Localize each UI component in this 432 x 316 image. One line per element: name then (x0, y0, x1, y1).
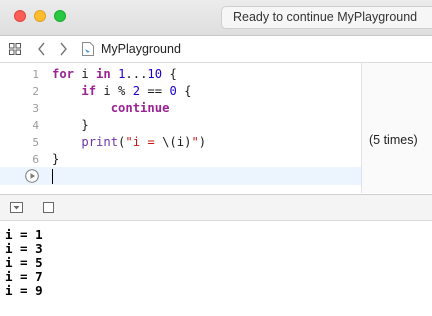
code-token: } (52, 118, 89, 132)
code-line[interactable]: 1 for i in 1...10 { (0, 66, 361, 83)
swift-file-icon (82, 42, 94, 56)
code-token: for (52, 67, 75, 81)
console-line: i = 5 (5, 255, 43, 270)
line-number: 4 (32, 119, 39, 132)
code-line[interactable]: 4 } (0, 117, 361, 134)
code-line[interactable]: 6} (0, 151, 361, 168)
source-editor[interactable]: 1 for i in 1...10 {2 if i % 2 == 0 {3 con… (0, 63, 432, 193)
current-line-highlight (0, 167, 361, 185)
code-token: { (176, 84, 192, 98)
hide-debug-area-icon[interactable] (10, 202, 23, 213)
code-text: if i % 2 == 0 { (52, 83, 191, 100)
code-token: in (96, 67, 111, 81)
jumpbar-file-name[interactable]: MyPlayground (101, 36, 181, 62)
code-token: i % (96, 84, 133, 98)
code-line[interactable]: 3 continue (0, 100, 361, 117)
code-token: continue (110, 101, 170, 115)
console-line: i = 1 (5, 227, 43, 242)
text-cursor (52, 169, 53, 184)
code-text: print("i = \(i)") (52, 134, 206, 151)
code-token: \(i) (162, 135, 192, 149)
line-number: 3 (32, 102, 39, 115)
code-text: continue (52, 100, 170, 117)
code-token: ) (198, 135, 207, 149)
code-token: 2 (132, 84, 141, 98)
code-token: } (52, 152, 60, 166)
line-number: 5 (32, 136, 39, 149)
code-token: " (191, 135, 199, 149)
code-text: for i in 1...10 { (52, 66, 177, 83)
forward-chevron-icon[interactable] (58, 41, 68, 57)
related-items-grid-icon[interactable] (9, 43, 21, 55)
code-text: } (52, 117, 89, 134)
run-playground-icon[interactable] (25, 169, 39, 183)
line-number: 6 (32, 153, 39, 166)
console-line: i = 7 (5, 269, 43, 284)
title-bar: Ready to continue MyPlayground (0, 0, 432, 36)
close-button[interactable] (14, 10, 26, 22)
code-token: == (140, 84, 170, 98)
code-line[interactable]: 2 if i % 2 == 0 { (0, 83, 361, 100)
code-line[interactable]: 5 print("i = \(i)") (0, 134, 361, 151)
code-token: ... (125, 67, 148, 81)
code-token: { (162, 67, 177, 81)
activity-status: Ready to continue MyPlayground (221, 6, 432, 29)
code-token: 10 (147, 67, 163, 81)
line-number: 1 (32, 68, 39, 81)
code-text: } (52, 151, 59, 168)
code-token: "i = (125, 135, 163, 149)
console-line: i = 9 (5, 283, 43, 298)
debug-bar (0, 194, 432, 221)
results-sidebar (361, 63, 432, 193)
clear-console-button[interactable] (43, 202, 54, 213)
line-number: 2 (32, 85, 39, 98)
console-output[interactable]: i = 1i = 3i = 5i = 7i = 9 (0, 221, 432, 316)
result-badge[interactable]: (5 times) (369, 133, 418, 147)
code-token: 0 (169, 84, 177, 98)
console-line: i = 3 (5, 241, 43, 256)
code-token: if (81, 84, 97, 98)
jump-bar: MyPlayground (0, 36, 432, 63)
back-chevron-icon[interactable] (37, 41, 47, 57)
playground-window: Ready to continue MyPlayground MyPlaygro… (0, 0, 432, 316)
maximize-button[interactable] (54, 10, 66, 22)
code-token: print (81, 135, 119, 149)
minimize-button[interactable] (34, 10, 46, 22)
code-token: i (74, 67, 97, 81)
